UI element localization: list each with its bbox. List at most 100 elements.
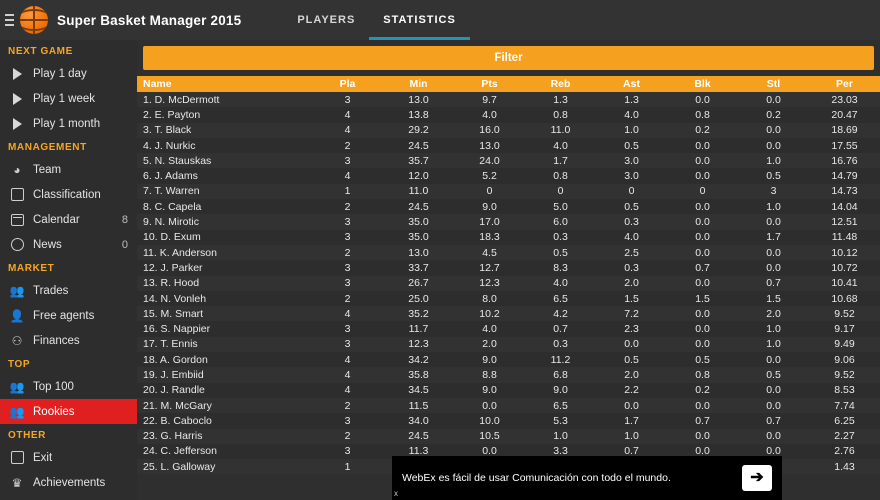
table-row[interactable]: 17. T. Ennis 3 12.3 2.0 0.3 0.0 0.0 1.0 9.49 [137, 336, 880, 353]
stat-cell: 14.04 [809, 199, 880, 215]
table-row[interactable]: 11. K. Anderson 2 13.0 4.5 0.5 2.5 0.0 0.0 10.12 [137, 244, 880, 261]
column-header-per[interactable]: Per [809, 76, 880, 92]
stat-cell: 0.0 [667, 92, 738, 108]
stat-cell: 11.7 [383, 321, 454, 337]
sidebar-item-play-1-day[interactable]: Play 1 day [0, 61, 137, 86]
stat-cell: 0.0 [596, 397, 667, 414]
player-name-cell: 21. M. McGary [137, 397, 312, 414]
table-row[interactable]: 5. N. Stauskas 3 35.7 24.0 1.7 3.0 0.0 1.0 16.76 [137, 153, 880, 169]
table-row[interactable]: 13. R. Hood 3 26.7 12.3 4.0 2.0 0.0 0.7 10.41 [137, 275, 880, 291]
sidebar-item-finances[interactable]: ⚇ Finances [0, 328, 137, 353]
sidebar-item-play-1-week[interactable]: Play 1 week [0, 86, 137, 111]
table-row[interactable]: 16. S. Nappier 3 11.7 4.0 0.7 2.3 0.0 1.0 9.17 [137, 321, 880, 337]
stat-cell: 11.0 [383, 183, 454, 200]
stat-cell: 24.5 [383, 199, 454, 215]
filter-button[interactable]: Filter [143, 46, 874, 70]
column-header-reb[interactable]: Reb [525, 76, 596, 92]
stat-cell: 17.0 [454, 214, 525, 230]
table-row[interactable]: 20. J. Randle 4 34.5 9.0 9.0 2.2 0.2 0.0 8.53 [137, 382, 880, 398]
player-name-cell: 3. T. Black [137, 122, 312, 138]
stat-cell: 4 [312, 168, 383, 184]
table-row[interactable]: 7. T. Warren 1 11.0 0 0 0 0 3 14.73 [137, 183, 880, 200]
stat-cell: 3 [312, 336, 383, 353]
sidebar-item-calendar[interactable]: Calendar 8 [0, 207, 137, 232]
stat-cell: 4 [312, 352, 383, 368]
sidebar-item-top-100[interactable]: 👥 Top 100 [0, 374, 137, 399]
player-name-cell: 12. J. Parker [137, 260, 312, 276]
stat-cell: 10.2 [454, 306, 525, 322]
people-icon: 👥 [9, 379, 25, 394]
table-row[interactable]: 15. M. Smart 4 35.2 10.2 4.2 7.2 0.0 2.0 9.52 [137, 306, 880, 322]
arrow-right-icon[interactable]: ➔ [742, 465, 772, 491]
table-row[interactable]: 21. M. McGary 2 11.5 0.0 6.5 0.0 0.0 0.0 7.74 [137, 397, 880, 414]
table-row[interactable]: 2. E. Payton 4 13.8 4.0 0.8 4.0 0.8 0.2 20.47 [137, 107, 880, 123]
sidebar-item-trades[interactable]: 👥 Trades [0, 278, 137, 303]
stat-cell: 0.0 [667, 336, 738, 353]
ad-close-icon[interactable]: x [394, 489, 398, 498]
app-title: Super Basket Manager 2015 [57, 12, 242, 28]
sidebar[interactable]: NEXT GAME Play 1 day Play 1 week Play 1 … [0, 40, 137, 500]
table-row[interactable]: 14. N. Vonleh 2 25.0 8.0 6.5 1.5 1.5 1.5 10.68 [137, 290, 880, 307]
stat-cell: 0.0 [738, 92, 809, 108]
hamburger-icon[interactable] [2, 0, 16, 40]
people-icon: 👥 [9, 283, 25, 298]
stat-cell: 1.0 [596, 122, 667, 138]
table-row[interactable]: 10. D. Exum 3 35.0 18.3 0.3 4.0 0.0 1.7 11.48 [137, 229, 880, 245]
news-icon [8, 236, 26, 254]
column-header-name[interactable]: Name [137, 76, 312, 92]
player-name-cell: 14. N. Vonleh [137, 290, 312, 307]
stat-cell: 9.0 [525, 382, 596, 398]
stat-cell: 9.7 [454, 92, 525, 108]
sidebar-item-exit[interactable]: Exit [0, 445, 137, 470]
table-row[interactable]: 22. B. Caboclo 3 34.0 10.0 5.3 1.7 0.7 0.7 6.25 [137, 413, 880, 429]
player-name-cell: 15. M. Smart [137, 306, 312, 322]
stat-cell: 0.5 [525, 244, 596, 261]
sidebar-item-label: Free agents [33, 309, 95, 322]
player-name-cell: 17. T. Ennis [137, 336, 312, 353]
stat-cell: 7.2 [596, 306, 667, 322]
stat-cell: 0.7 [667, 413, 738, 429]
stat-cell: 12.51 [809, 214, 880, 230]
stat-cell: 0.0 [738, 214, 809, 230]
table-row[interactable]: 12. J. Parker 3 33.7 12.7 8.3 0.3 0.7 0.0 10.72 [137, 260, 880, 276]
play-triangle-icon [8, 115, 26, 133]
column-header-min[interactable]: Min [383, 76, 454, 92]
column-header-blk[interactable]: Blk [667, 76, 738, 92]
table-row[interactable]: 3. T. Black 4 29.2 16.0 11.0 1.0 0.2 0.0 18.69 [137, 122, 880, 138]
table-row[interactable]: 4. J. Nurkic 2 24.5 13.0 4.0 0.5 0.0 0.0 17.55 [137, 137, 880, 154]
main-content: Filter Name Pla Min Pts Reb Ast Blk Stl [137, 40, 880, 500]
stat-cell: 10.0 [454, 413, 525, 429]
tab-players[interactable]: PLAYERS [283, 0, 369, 40]
player-name-cell: 10. D. Exum [137, 229, 312, 245]
player-name-cell: 13. R. Hood [137, 275, 312, 291]
column-header-ast[interactable]: Ast [596, 76, 667, 92]
ad-banner[interactable]: x WebEx es fácil de usar Comunicación co… [392, 456, 782, 500]
table-row[interactable]: 6. J. Adams 4 12.0 5.2 0.8 3.0 0.0 0.5 14.79 [137, 168, 880, 184]
column-header-pla[interactable]: Pla [312, 76, 383, 92]
table-row[interactable]: 18. A. Gordon 4 34.2 9.0 11.2 0.5 0.5 0.0 9.06 [137, 352, 880, 368]
sidebar-item-rookies[interactable]: 👥 Rookies [0, 399, 137, 424]
sidebar-item-classification[interactable]: Classification [0, 182, 137, 207]
stat-cell: 0.0 [667, 153, 738, 169]
sidebar-item-play-1-month[interactable]: Play 1 month [0, 111, 137, 136]
sidebar-item-news[interactable]: News 0 [0, 232, 137, 257]
sidebar-item-achievements[interactable]: ♛ Achievements [0, 470, 137, 495]
table-row[interactable]: 9. N. Mirotic 3 35.0 17.0 6.0 0.3 0.0 0.0 12.51 [137, 214, 880, 230]
stat-cell: 10.5 [454, 428, 525, 444]
stat-cell: 3 [312, 321, 383, 337]
table-row[interactable]: 1. D. McDermott 3 13.0 9.7 1.3 1.3 0.0 0.0 23.03 [137, 92, 880, 108]
tab-statistics[interactable]: STATISTICS [369, 0, 470, 40]
table-row[interactable]: 8. C. Capela 2 24.5 9.0 5.0 0.5 0.0 1.0 14.04 [137, 199, 880, 215]
stat-cell: 0.0 [738, 122, 809, 138]
sidebar-item-team[interactable]: ◕ Team [0, 157, 137, 182]
column-header-pts[interactable]: Pts [454, 76, 525, 92]
sidebar-item-label: Team [33, 163, 62, 176]
table-row[interactable]: 19. J. Embiid 4 35.8 8.8 6.8 2.0 0.8 0.5 9.52 [137, 367, 880, 383]
table-row[interactable]: 23. G. Harris 2 24.5 10.5 1.0 1.0 0.0 0.0 2.27 [137, 428, 880, 444]
stat-cell: 2 [312, 137, 383, 154]
stat-cell: 0.0 [738, 382, 809, 398]
stat-cell: 3.0 [596, 168, 667, 184]
column-header-stl[interactable]: Stl [738, 76, 809, 92]
sidebar-item-label: Rookies [33, 405, 75, 418]
sidebar-item-free-agents[interactable]: 👤 Free agents [0, 303, 137, 328]
